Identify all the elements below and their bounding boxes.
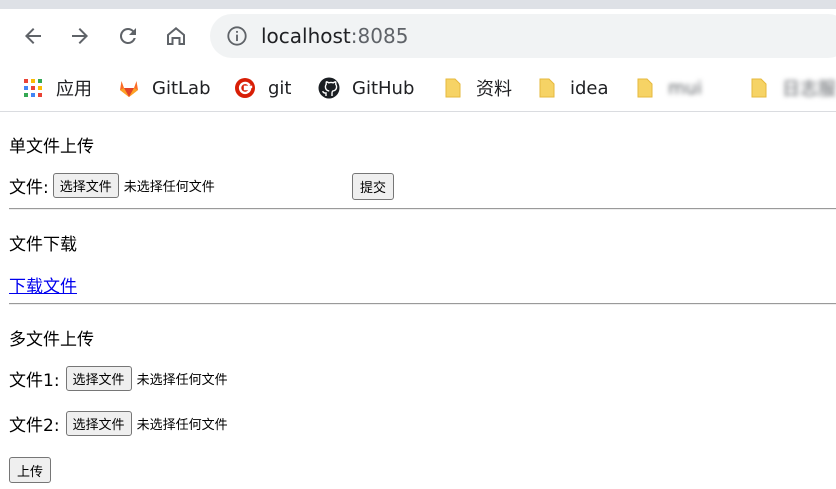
apps-grid-icon: [22, 77, 44, 99]
url-host: localhost: [261, 24, 351, 48]
git-logo-icon: [234, 77, 256, 99]
home-button[interactable]: [159, 19, 193, 53]
gitlab-fox-icon: [118, 77, 140, 99]
bookmark-folder-logs[interactable]: 日志服: [748, 72, 836, 104]
choose-file-2-button[interactable]: 选择文件: [65, 411, 132, 436]
file-status-text: 未选择任何文件: [123, 180, 215, 195]
browser-toolbar: localhost:8085: [0, 9, 836, 66]
bookmark-label: 日志服: [782, 79, 836, 100]
bookmark-github[interactable]: GitHub: [318, 72, 414, 104]
bookmark-label: idea: [570, 77, 609, 99]
bookmark-label: mui: [668, 77, 702, 99]
divider: [9, 303, 836, 305]
file1-status-text: 未选择任何文件: [136, 373, 228, 388]
bookmark-label: 应用: [56, 79, 92, 100]
folder-icon: [748, 77, 770, 99]
home-icon: [167, 27, 185, 45]
folder-icon: [536, 77, 558, 99]
multi-upload-row-1: 文件1: 选择文件 未选择任何文件: [9, 366, 228, 391]
file2-label: 文件2:: [9, 416, 60, 436]
reload-button[interactable]: [111, 19, 145, 53]
single-upload-title: 单文件上传: [9, 137, 94, 157]
bookmark-gitlab[interactable]: GitLab: [118, 72, 211, 104]
choose-file-1-button[interactable]: 选择文件: [65, 366, 132, 391]
info-icon[interactable]: [226, 25, 248, 47]
address-bar[interactable]: localhost:8085: [210, 14, 836, 58]
file2-status-text: 未选择任何文件: [136, 418, 228, 433]
multi-upload-row-2: 文件2: 选择文件 未选择任何文件: [9, 411, 228, 436]
multi-upload-title: 多文件上传: [9, 330, 94, 350]
forward-button[interactable]: [63, 19, 97, 53]
download-file-link[interactable]: 下载文件: [9, 272, 77, 297]
bookmark-label: GitLab: [152, 77, 211, 99]
folder-icon: [634, 77, 656, 99]
github-octocat-icon: [318, 77, 340, 99]
divider: [9, 208, 836, 210]
file1-label: 文件1:: [9, 371, 60, 391]
folder-icon: [442, 77, 464, 99]
reload-icon: [119, 27, 136, 44]
bookmark-folder-materials[interactable]: 资料: [442, 72, 512, 104]
single-upload-row: 文件: 选择文件 未选择任何文件: [9, 173, 215, 198]
url-port: :8085: [350, 24, 409, 48]
bookmark-label: 资料: [476, 79, 512, 100]
bookmarks-bar: 应用 GitLab git GitHub 资料 idea mui 日志服: [0, 66, 836, 112]
bookmark-label: git: [268, 77, 292, 99]
bookmark-git[interactable]: git: [234, 72, 291, 104]
back-button[interactable]: [16, 19, 50, 53]
upload-button[interactable]: 上传: [9, 457, 52, 483]
bookmark-folder-idea[interactable]: idea: [536, 72, 609, 104]
download-title: 文件下载: [9, 235, 77, 255]
browser-tab-strip: [0, 0, 836, 9]
url-text: localhost:8085: [261, 22, 408, 50]
file-label: 文件:: [9, 178, 49, 198]
bookmark-label: GitHub: [352, 77, 415, 99]
choose-file-button[interactable]: 选择文件: [52, 173, 119, 198]
submit-button[interactable]: 提交: [352, 173, 395, 200]
bookmark-apps[interactable]: 应用: [22, 72, 92, 104]
bookmark-folder-mui[interactable]: mui: [634, 72, 702, 104]
back-arrow-icon: [25, 28, 41, 44]
forward-arrow-icon: [72, 28, 88, 44]
